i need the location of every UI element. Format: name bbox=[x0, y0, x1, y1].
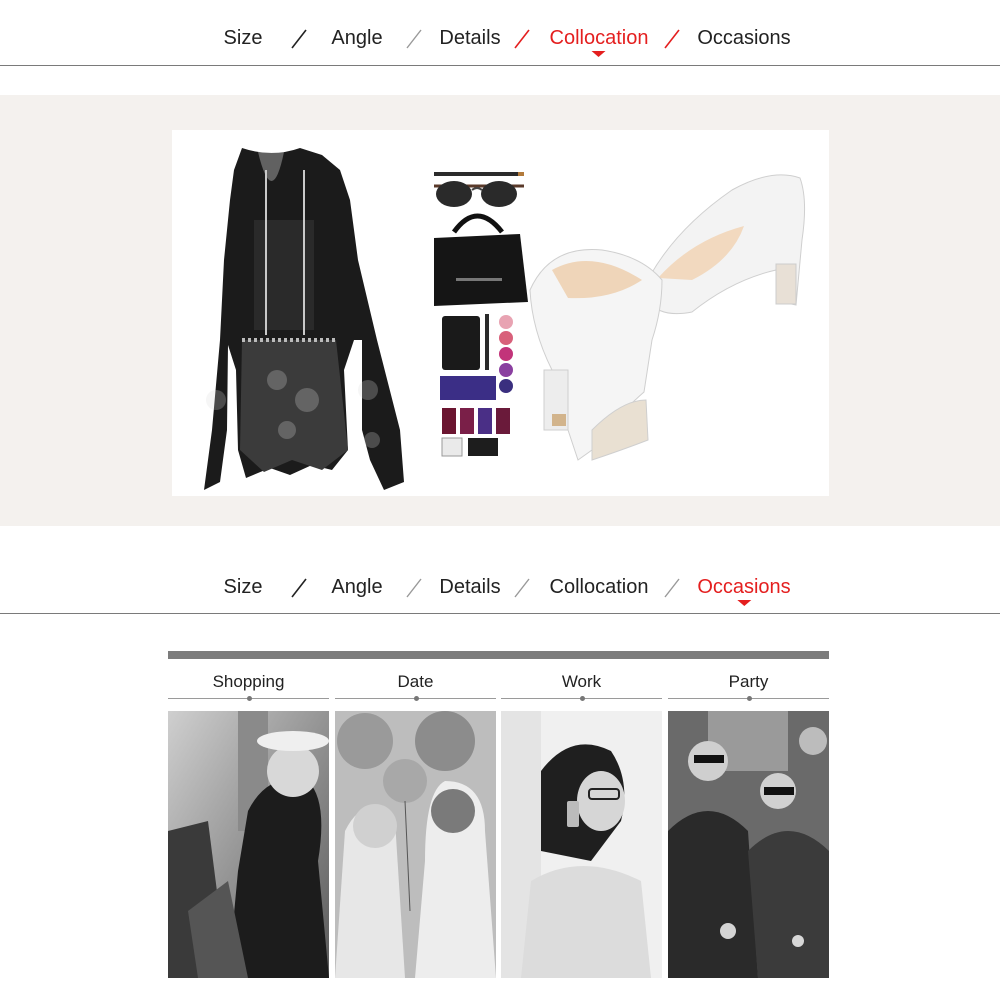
nav-divider bbox=[0, 613, 1000, 614]
occasions-header-bar bbox=[168, 651, 829, 659]
occasion-underline bbox=[168, 696, 329, 701]
nav-divider bbox=[0, 65, 1000, 66]
tab-collocation-label: Collocation bbox=[549, 27, 649, 49]
tab-size[interactable]: Size bbox=[224, 569, 263, 605]
tab-occasions[interactable]: Occasions bbox=[697, 569, 791, 606]
collocation-board bbox=[172, 130, 829, 496]
work-photo bbox=[501, 711, 662, 978]
occasion-party: Party bbox=[668, 670, 829, 978]
occasion-label: Date bbox=[397, 672, 434, 691]
tab-separator bbox=[291, 578, 307, 598]
peep-toe-heels-image bbox=[529, 174, 806, 461]
tab-occasions-label: Occasions bbox=[697, 576, 791, 598]
tab-details[interactable]: Details bbox=[439, 20, 500, 56]
occasion-work: Work bbox=[501, 670, 662, 978]
shopping-photo bbox=[168, 711, 329, 978]
tab-separator bbox=[406, 29, 422, 49]
tab-nav-occasions: Size Angle Details Collocation Occasions bbox=[0, 569, 1000, 606]
tab-occasions[interactable]: Occasions bbox=[697, 20, 790, 56]
tab-size[interactable]: Size bbox=[224, 20, 263, 56]
nail-polish-set-image bbox=[440, 314, 513, 457]
occasion-label: Work bbox=[561, 672, 602, 691]
party-photo bbox=[668, 711, 829, 978]
tab-separator bbox=[291, 29, 307, 49]
handbag-image bbox=[434, 213, 528, 306]
occasion-underline bbox=[501, 696, 662, 701]
dot-icon bbox=[746, 696, 752, 701]
occasion-label: Party bbox=[728, 672, 769, 691]
dot-icon bbox=[413, 696, 419, 701]
tab-separator bbox=[664, 29, 680, 49]
active-caret-icon bbox=[737, 600, 751, 606]
occasion-shopping: Shopping bbox=[168, 670, 329, 978]
sunglasses-image bbox=[434, 181, 524, 207]
date-photo bbox=[335, 711, 496, 978]
tab-separator bbox=[664, 578, 680, 598]
tab-collocation[interactable]: Collocation bbox=[549, 20, 649, 57]
tab-collocation[interactable]: Collocation bbox=[550, 569, 649, 605]
tab-angle[interactable]: Angle bbox=[331, 20, 382, 56]
active-caret-icon bbox=[591, 51, 606, 57]
lace-blouse-image bbox=[204, 148, 404, 490]
occasion-underline bbox=[335, 696, 496, 701]
occasion-label: Shopping bbox=[212, 672, 285, 691]
tab-separator bbox=[406, 578, 422, 598]
dot-icon bbox=[246, 696, 252, 701]
occasion-underline bbox=[668, 696, 829, 701]
dot-icon bbox=[579, 696, 585, 701]
tab-details[interactable]: Details bbox=[439, 569, 500, 605]
occasion-date: Date bbox=[335, 670, 496, 978]
pencil-icon bbox=[434, 172, 524, 176]
tab-separator bbox=[514, 29, 530, 49]
tab-separator bbox=[514, 578, 530, 598]
tab-nav-top: Size Angle Details Collocation Occasions bbox=[0, 20, 1000, 57]
tab-angle[interactable]: Angle bbox=[331, 569, 382, 605]
